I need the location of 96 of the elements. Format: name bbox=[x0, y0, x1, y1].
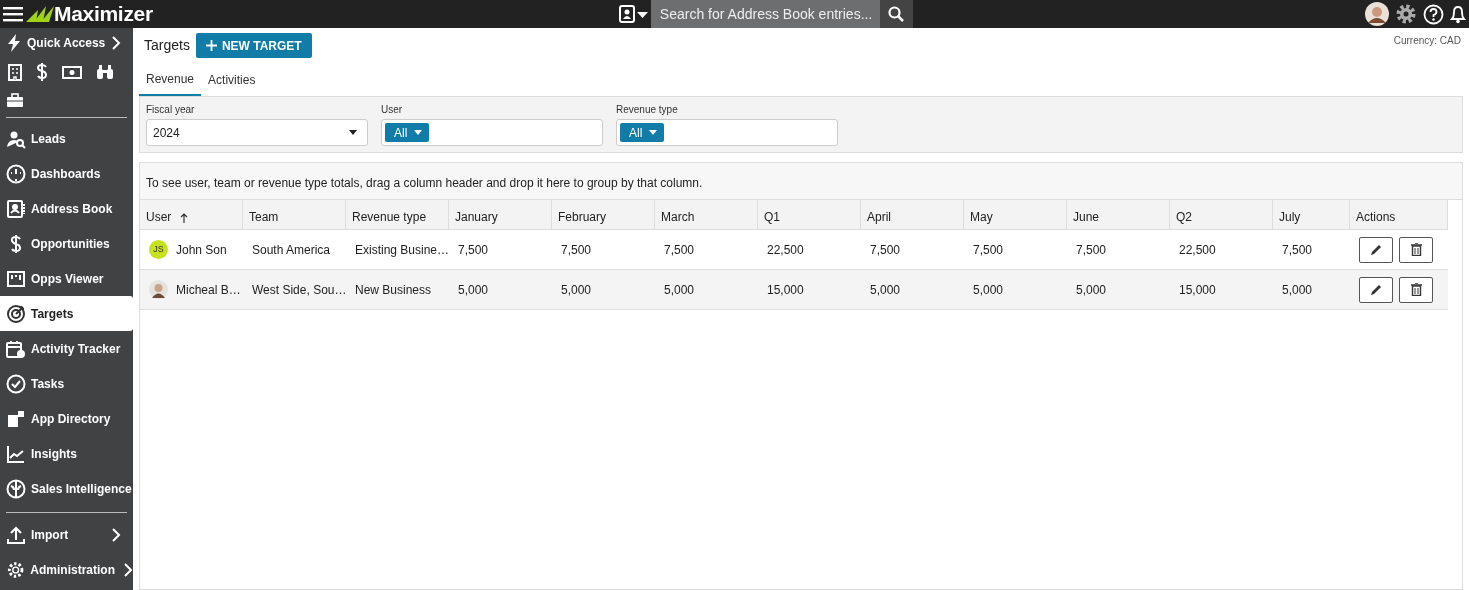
multiselect-field[interactable]: All bbox=[616, 119, 838, 146]
field-label: User bbox=[381, 103, 404, 117]
table-cell: 5,000 bbox=[861, 270, 964, 310]
sidebar-item[interactable]: Administration bbox=[0, 552, 133, 587]
edit-button[interactable] bbox=[1359, 276, 1393, 303]
table-cell: 5,000 bbox=[964, 270, 1067, 310]
filter-chip[interactable]: All bbox=[620, 123, 665, 142]
group-hint: To see user, team or revenue type totals, drag a column header and drop it here to group by that column. bbox=[140, 163, 1462, 200]
field-label: Revenue type bbox=[616, 103, 679, 117]
help-icon[interactable] bbox=[1423, 3, 1444, 25]
search-icon bbox=[888, 6, 905, 22]
chevron-right-icon bbox=[111, 528, 121, 543]
settings-icon bbox=[6, 559, 26, 580]
avatar-initials: JS bbox=[149, 240, 168, 259]
upload-icon bbox=[6, 524, 26, 545]
sidebar-item[interactable]: Leads bbox=[0, 121, 133, 156]
binoculars-icon[interactable] bbox=[96, 64, 114, 80]
avatar-icon[interactable] bbox=[1365, 2, 1389, 26]
pencil-icon bbox=[1369, 283, 1383, 296]
plus-icon bbox=[205, 40, 217, 51]
dollar-icon[interactable] bbox=[36, 63, 48, 81]
sidebar-item[interactable]: Sales Intelligence bbox=[0, 471, 133, 506]
fiscal-year-select[interactable]: 2024 bbox=[146, 119, 368, 146]
delete-button[interactable] bbox=[1399, 276, 1433, 303]
chevron-right-icon bbox=[123, 563, 133, 578]
filter-chip[interactable]: All bbox=[385, 123, 430, 142]
check-circle-icon bbox=[6, 373, 26, 394]
target-icon bbox=[6, 303, 26, 324]
table-cell: 15,000 bbox=[1170, 270, 1273, 310]
logo-icon bbox=[26, 6, 54, 22]
column-header[interactable]: May bbox=[964, 200, 1067, 230]
column-header[interactable]: February bbox=[552, 200, 655, 230]
gauge-icon bbox=[6, 163, 26, 184]
trash-icon bbox=[1410, 283, 1422, 296]
calendar-clock-icon bbox=[6, 338, 26, 359]
briefcase-icon[interactable] bbox=[6, 93, 24, 109]
avatar-icon bbox=[149, 280, 168, 299]
sidebar-item[interactable]: Activity Tracker bbox=[0, 331, 133, 366]
caret-down-icon bbox=[649, 130, 658, 135]
table-cell: 5,000 bbox=[449, 270, 552, 310]
column-header[interactable]: Team bbox=[243, 200, 346, 230]
table-cell: West Side, Sou… bbox=[243, 270, 346, 310]
currency-label: Currency: CAD bbox=[1393, 34, 1461, 48]
sidebar-item[interactable]: Tasks bbox=[0, 366, 133, 401]
sidebar-item[interactable]: Insights bbox=[0, 436, 133, 471]
tab[interactable]: Activities bbox=[201, 64, 263, 96]
lightning-icon bbox=[6, 33, 22, 52]
sidebar-item[interactable]: App Directory bbox=[0, 401, 133, 436]
menu-icon[interactable] bbox=[3, 6, 23, 22]
table-cell: 5,000 bbox=[552, 270, 655, 310]
caret-down-icon bbox=[349, 130, 357, 135]
pencil-icon bbox=[1369, 243, 1383, 256]
column-header[interactable]: Revenue type bbox=[346, 200, 449, 230]
search-button[interactable] bbox=[879, 0, 913, 28]
building-icon[interactable] bbox=[8, 63, 22, 81]
cash-icon[interactable] bbox=[62, 65, 82, 79]
sidebar-item[interactable]: Targets bbox=[0, 296, 133, 331]
table-cell: New Business bbox=[346, 270, 449, 310]
field-label: Fiscal year bbox=[146, 103, 196, 117]
column-header[interactable]: Actions bbox=[1350, 200, 1448, 230]
column-header[interactable]: July bbox=[1273, 200, 1350, 230]
column-header[interactable]: March bbox=[655, 200, 758, 230]
table-cell: 5,000 bbox=[1273, 270, 1350, 310]
address-book-dropdown-icon[interactable] bbox=[617, 4, 651, 24]
table-cell: 5,000 bbox=[655, 270, 758, 310]
edit-button[interactable] bbox=[1359, 236, 1393, 263]
new-target-button[interactable]: NEW TARGET bbox=[195, 33, 312, 58]
column-header[interactable]: April bbox=[861, 200, 964, 230]
sidebar-item[interactable]: Dashboards bbox=[0, 156, 133, 191]
delete-button[interactable] bbox=[1399, 236, 1433, 263]
sidebar-item[interactable]: Opportunities bbox=[0, 226, 133, 261]
sidebar-item[interactable]: Import bbox=[0, 517, 133, 552]
sort-arrow-icon bbox=[180, 212, 189, 223]
column-header[interactable]: January bbox=[449, 200, 552, 230]
page-title: Targets bbox=[144, 36, 190, 55]
table-cell: 5,000 bbox=[1067, 270, 1170, 310]
column-header[interactable]: Q2 bbox=[1170, 200, 1273, 230]
board-icon bbox=[6, 268, 26, 289]
table-cell: 15,000 bbox=[758, 270, 861, 310]
quick-access-item[interactable]: Quick Access bbox=[0, 28, 133, 57]
search-field[interactable]: Search for Address Book entries... bbox=[650, 0, 880, 28]
column-header[interactable]: June bbox=[1067, 200, 1170, 230]
settings-icon[interactable] bbox=[1395, 3, 1417, 25]
user-cell: Micheal B… bbox=[140, 270, 243, 310]
app-name: Maximizer bbox=[54, 1, 153, 28]
sidebar-item[interactable]: Opps Viewer bbox=[0, 261, 133, 296]
column-header[interactable]: Q1 bbox=[758, 200, 861, 230]
notification-bell-icon[interactable] bbox=[1450, 4, 1466, 24]
sidebar-item[interactable]: Address Book bbox=[0, 191, 133, 226]
trash-icon bbox=[1410, 243, 1422, 256]
caret-down-icon bbox=[414, 130, 423, 135]
multiselect-field[interactable]: All bbox=[381, 119, 603, 146]
chevron-right-icon bbox=[111, 36, 121, 51]
column-header[interactable]: User bbox=[140, 200, 243, 230]
contact-card-icon bbox=[6, 198, 26, 219]
line-chart-icon bbox=[6, 443, 26, 464]
